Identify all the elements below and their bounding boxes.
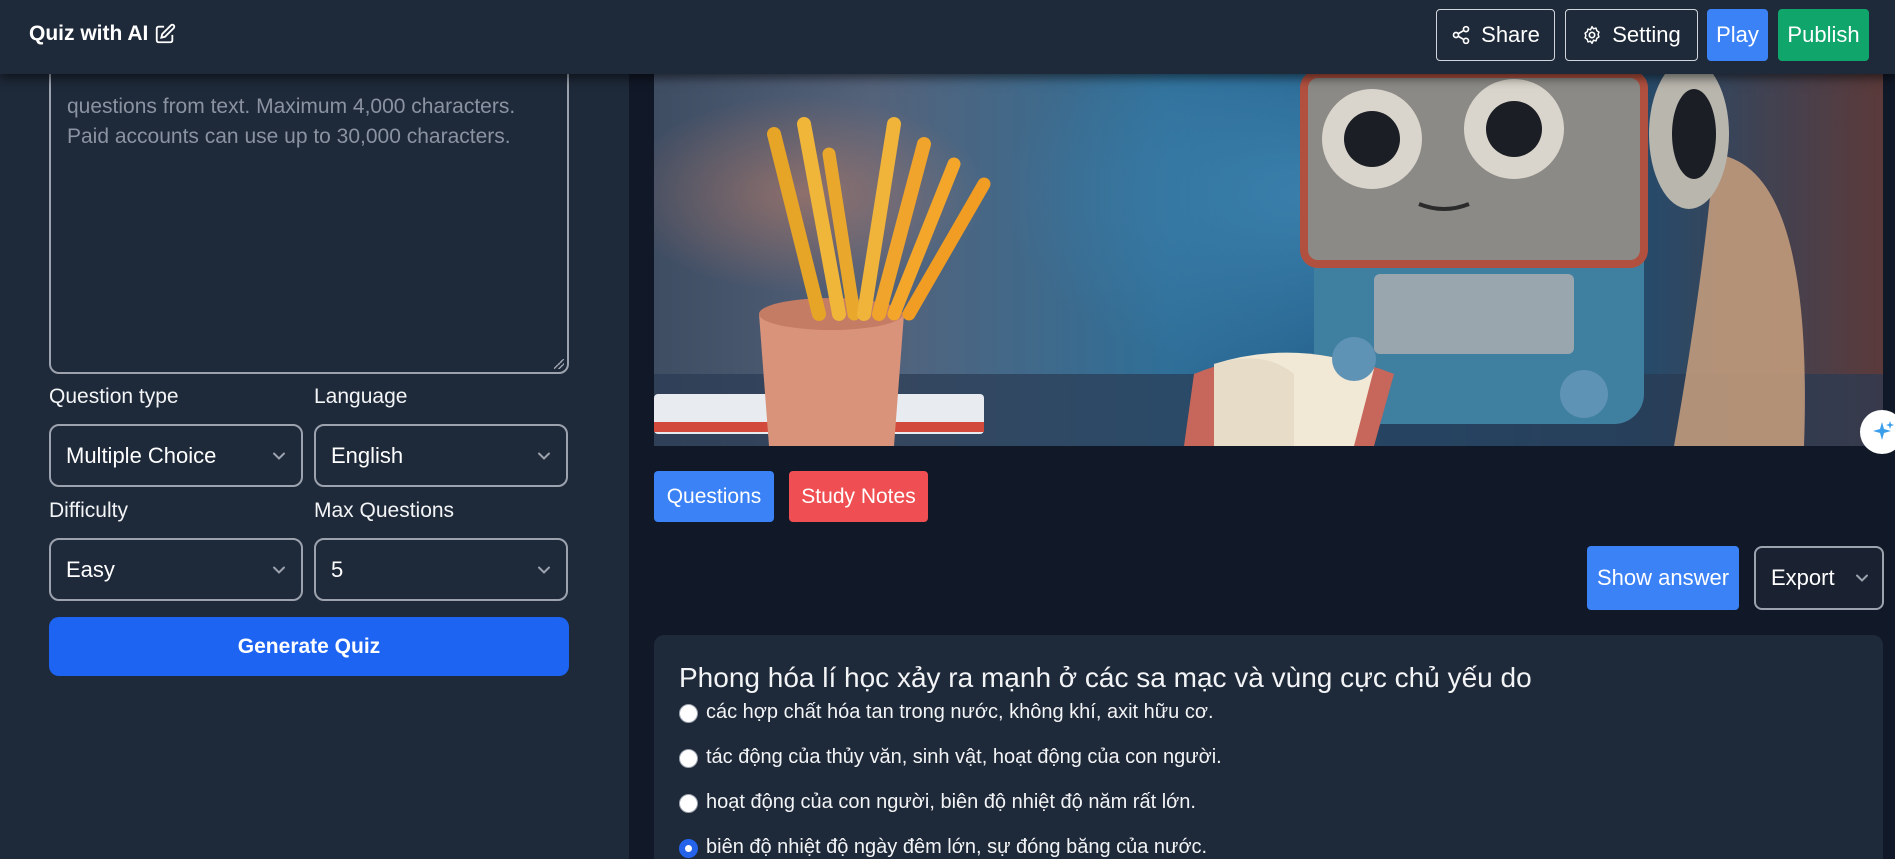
difficulty-select[interactable]: Easy	[49, 538, 303, 601]
sparkle-icon	[1873, 421, 1894, 440]
top-navbar: Quiz with AI Share Setting Play Publish	[0, 0, 1895, 74]
play-button[interactable]: Play	[1707, 9, 1768, 61]
question-text: Phong hóa lí học xảy ra mạnh ở các sa mạ…	[679, 662, 1532, 693]
question-card: Phong hóa lí học xảy ra mạnh ở các sa mạ…	[654, 635, 1883, 859]
max-questions-select[interactable]: 5	[314, 538, 568, 601]
question-type-label: Question type	[49, 385, 179, 408]
tab-questions[interactable]: Questions	[654, 471, 774, 522]
share-button[interactable]: Share	[1436, 9, 1555, 61]
share-label: Share	[1481, 22, 1540, 47]
question-type-select[interactable]: Multiple Choice	[49, 424, 303, 487]
answer-option[interactable]: các hợp chất hóa tan trong nước, không k…	[679, 701, 1214, 724]
language-label: Language	[314, 385, 408, 408]
max-questions-label: Max Questions	[314, 499, 455, 522]
difficulty-value: Easy	[66, 556, 115, 582]
chevron-down-icon	[538, 566, 550, 574]
publish-button[interactable]: Publish	[1778, 9, 1869, 61]
chevron-down-icon	[1856, 574, 1868, 582]
question-type-value: Multiple Choice	[66, 442, 217, 468]
gear-icon	[1584, 25, 1600, 45]
tab-study-notes[interactable]: Study Notes	[789, 471, 928, 522]
chevron-down-icon	[273, 452, 285, 460]
answer-option-label: tác động của thủy văn, sinh vật, hoạt độ…	[706, 746, 1222, 768]
show-answer-button[interactable]: Show answer	[1587, 546, 1739, 610]
source-text-placeholder: questions from text. Maximum 4,000 chara…	[67, 95, 516, 148]
radio-button-selected[interactable]	[679, 839, 698, 858]
hero-image	[654, 74, 1883, 446]
answer-option-label: các hợp chất hóa tan trong nước, không k…	[706, 701, 1214, 723]
answer-option[interactable]: biên độ nhiệt độ ngày đêm lớn, sự đóng b…	[679, 836, 1207, 859]
robot-reading-illustration	[654, 74, 1883, 446]
export-label: Export	[1771, 565, 1835, 590]
radio-button[interactable]	[679, 794, 698, 813]
radio-button[interactable]	[679, 749, 698, 768]
setting-label: Setting	[1612, 22, 1681, 47]
setting-button[interactable]: Setting	[1565, 9, 1698, 61]
difficulty-label: Difficulty	[49, 499, 128, 522]
share-icon	[1452, 25, 1470, 45]
resize-handle[interactable]	[554, 359, 564, 369]
answer-option[interactable]: hoạt động của con người, biên độ nhiệt đ…	[679, 791, 1196, 814]
language-value: English	[331, 442, 404, 468]
language-select[interactable]: English	[314, 424, 568, 487]
edit-icon[interactable]	[154, 23, 176, 45]
answer-option-label: biên độ nhiệt độ ngày đêm lớn, sự đóng b…	[706, 836, 1208, 858]
ai-assistant-button[interactable]	[1860, 410, 1895, 454]
radio-button[interactable]	[679, 704, 698, 723]
generate-quiz-button[interactable]: Generate Quiz	[49, 617, 569, 676]
chevron-down-icon	[538, 452, 550, 460]
app-title-text: Quiz with AI	[29, 22, 149, 45]
answer-option-label: hoạt động của con người, biên độ nhiệt đ…	[706, 791, 1196, 813]
app-title[interactable]: Quiz with AI	[29, 22, 176, 46]
answer-option[interactable]: tác động của thủy văn, sinh vật, hoạt độ…	[679, 746, 1222, 769]
sidebar-panel: questions from text. Maximum 4,000 chara…	[0, 0, 629, 859]
max-questions-value: 5	[331, 556, 344, 582]
chevron-down-icon	[273, 566, 285, 574]
export-select[interactable]: Export	[1754, 546, 1884, 610]
source-text-input[interactable]: questions from text. Maximum 4,000 chara…	[49, 40, 569, 374]
